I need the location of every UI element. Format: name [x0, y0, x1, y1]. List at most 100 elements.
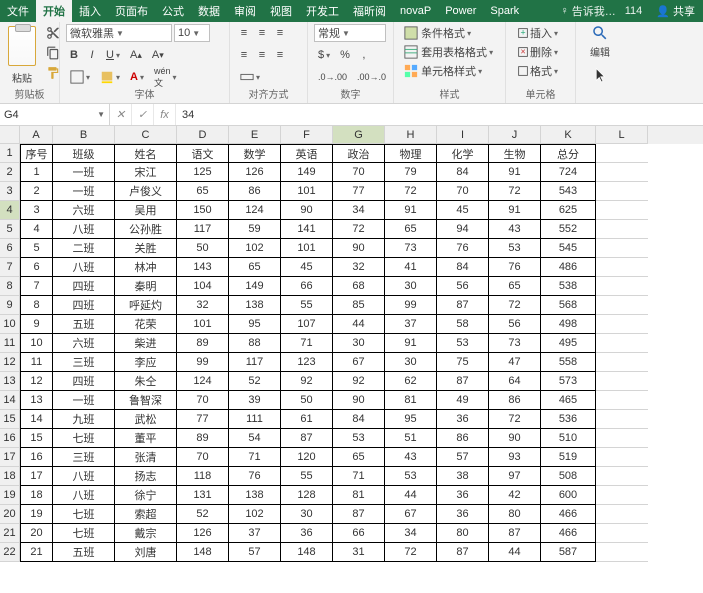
- cell[interactable]: 58: [437, 315, 489, 334]
- align-top-button[interactable]: ≡: [236, 24, 252, 42]
- cell[interactable]: 625: [541, 201, 596, 220]
- cell[interactable]: 72: [385, 182, 437, 201]
- cell[interactable]: 53: [385, 467, 437, 486]
- underline-button[interactable]: U▾: [102, 46, 124, 64]
- cell[interactable]: 72: [489, 410, 541, 429]
- cell[interactable]: 47: [489, 353, 541, 372]
- cell[interactable]: 148: [281, 543, 333, 562]
- cell[interactable]: 87: [489, 524, 541, 543]
- tab-开发工[interactable]: 开发工: [299, 0, 346, 22]
- cell[interactable]: 19: [20, 505, 53, 524]
- col-header-G[interactable]: G: [333, 126, 385, 144]
- cell[interactable]: 13: [20, 391, 53, 410]
- cell[interactable]: 36: [437, 486, 489, 505]
- row-header[interactable]: 5: [0, 220, 20, 239]
- cell[interactable]: 6: [20, 258, 53, 277]
- cell[interactable]: 政治: [333, 144, 385, 163]
- cell[interactable]: 44: [489, 543, 541, 562]
- cell[interactable]: 42: [489, 486, 541, 505]
- cell[interactable]: 三班: [53, 353, 115, 372]
- cell[interactable]: 91: [385, 334, 437, 353]
- cell[interactable]: [596, 391, 648, 410]
- tab-Spark[interactable]: Spark: [483, 0, 526, 22]
- cell[interactable]: 43: [385, 448, 437, 467]
- cell[interactable]: 66: [281, 277, 333, 296]
- cell[interactable]: 36: [437, 410, 489, 429]
- col-header-J[interactable]: J: [489, 126, 541, 144]
- cell[interactable]: 64: [489, 372, 541, 391]
- decrease-decimal-button[interactable]: .00→.0: [353, 68, 390, 86]
- cell[interactable]: 49: [437, 391, 489, 410]
- cell[interactable]: 70: [437, 182, 489, 201]
- row-header[interactable]: 22: [0, 543, 20, 562]
- cell[interactable]: 65: [333, 448, 385, 467]
- cell[interactable]: 英语: [281, 144, 333, 163]
- row-header[interactable]: 12: [0, 353, 20, 372]
- cell[interactable]: 148: [177, 543, 229, 562]
- increase-font-button[interactable]: A▴: [126, 46, 146, 64]
- cell[interactable]: 30: [385, 353, 437, 372]
- font-name-combo[interactable]: 微软雅黑▼: [66, 24, 172, 42]
- cell[interactable]: 87: [437, 372, 489, 391]
- cell[interactable]: 七班: [53, 429, 115, 448]
- align-center-button[interactable]: ≡: [254, 46, 270, 64]
- table-format-button[interactable]: 套用表格格式▾: [400, 43, 499, 61]
- cell[interactable]: [596, 505, 648, 524]
- cell[interactable]: 538: [541, 277, 596, 296]
- col-header-H[interactable]: H: [385, 126, 437, 144]
- select-all-corner[interactable]: [0, 126, 20, 144]
- cell[interactable]: 92: [333, 372, 385, 391]
- cell[interactable]: 101: [177, 315, 229, 334]
- cell[interactable]: 87: [333, 505, 385, 524]
- cell[interactable]: [596, 296, 648, 315]
- cell[interactable]: 111: [229, 410, 281, 429]
- cell[interactable]: 99: [385, 296, 437, 315]
- cell[interactable]: 102: [229, 239, 281, 258]
- cell[interactable]: 536: [541, 410, 596, 429]
- cell[interactable]: 7: [20, 277, 53, 296]
- conditional-format-button[interactable]: 条件格式▾: [400, 24, 499, 42]
- cell[interactable]: 89: [177, 334, 229, 353]
- cell[interactable]: 519: [541, 448, 596, 467]
- cell[interactable]: 七班: [53, 505, 115, 524]
- cell[interactable]: 三班: [53, 448, 115, 467]
- cell[interactable]: [596, 353, 648, 372]
- cell[interactable]: 125: [177, 163, 229, 182]
- cell[interactable]: 一班: [53, 391, 115, 410]
- cell[interactable]: [596, 429, 648, 448]
- cell[interactable]: 143: [177, 258, 229, 277]
- cell[interactable]: 45: [281, 258, 333, 277]
- cell[interactable]: 六班: [53, 201, 115, 220]
- cell[interactable]: 37: [385, 315, 437, 334]
- col-header-A[interactable]: A: [20, 126, 53, 144]
- tab-审阅[interactable]: 审阅: [227, 0, 263, 22]
- cell[interactable]: 65: [489, 277, 541, 296]
- cell[interactable]: [596, 486, 648, 505]
- cell[interactable]: 四班: [53, 372, 115, 391]
- cell[interactable]: 128: [281, 486, 333, 505]
- cell[interactable]: 67: [385, 505, 437, 524]
- cell[interactable]: 15: [20, 429, 53, 448]
- font-size-combo[interactable]: 10▼: [174, 24, 210, 42]
- cell[interactable]: 149: [229, 277, 281, 296]
- cell[interactable]: 486: [541, 258, 596, 277]
- cell[interactable]: 38: [437, 467, 489, 486]
- tell-me[interactable]: ♀告诉我…114: [555, 3, 649, 19]
- cell[interactable]: 89: [177, 429, 229, 448]
- cell[interactable]: 关胜: [115, 239, 177, 258]
- col-header-B[interactable]: B: [53, 126, 115, 144]
- cell[interactable]: 87: [437, 543, 489, 562]
- cell[interactable]: 77: [177, 410, 229, 429]
- cell[interactable]: 558: [541, 353, 596, 372]
- enter-fx-button[interactable]: ✓: [132, 104, 154, 125]
- cell[interactable]: 14: [20, 410, 53, 429]
- cell[interactable]: 568: [541, 296, 596, 315]
- cell[interactable]: 55: [281, 296, 333, 315]
- cell[interactable]: 724: [541, 163, 596, 182]
- fx-button[interactable]: fx: [154, 104, 176, 125]
- cell[interactable]: 张清: [115, 448, 177, 467]
- comma-button[interactable]: ,: [356, 46, 372, 64]
- cell[interactable]: 123: [281, 353, 333, 372]
- cell[interactable]: 552: [541, 220, 596, 239]
- cell[interactable]: 17: [20, 467, 53, 486]
